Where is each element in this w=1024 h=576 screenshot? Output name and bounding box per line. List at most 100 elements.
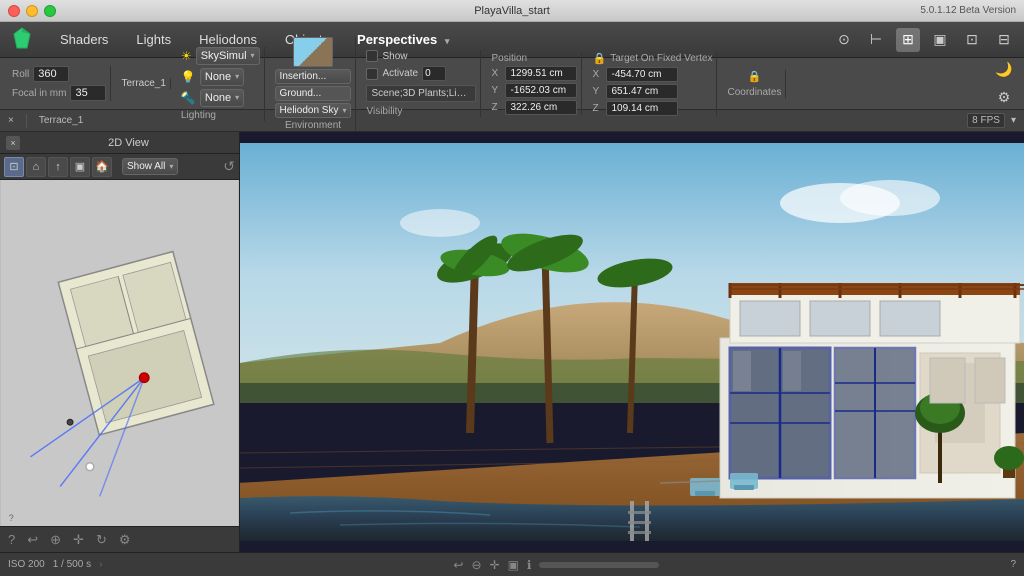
undo-button[interactable]: ↺ xyxy=(223,158,235,175)
maximize-button[interactable] xyxy=(44,5,56,17)
statusbar-center: ↩ ⊖ ✛ ▣ ℹ xyxy=(114,558,998,572)
main-toolbar: Roll Focal in mm Terrace_1 ☀ SkySimul ▾ … xyxy=(0,58,1024,110)
fps-dropdown-arrow[interactable]: ▾ xyxy=(1011,115,1016,126)
nav-zoom-out[interactable]: ⊖ xyxy=(471,558,481,572)
target-y-input[interactable] xyxy=(606,84,678,99)
target-x-input[interactable] xyxy=(606,67,678,82)
coordinates-group: 🔒 Coordinates xyxy=(723,70,786,98)
perspectives-dropdown-arrow: ▾ xyxy=(445,36,450,46)
statusbar-left: ISO 200 1 / 500 s › xyxy=(8,559,102,570)
canvas-2d[interactable]: ? xyxy=(0,180,239,526)
environment-label: Environment xyxy=(285,120,341,131)
panel-2d: × 2D View ⊡ ⌂ ↑ ▣ 🏠 Show All ▾ ↺ xyxy=(0,132,240,552)
pos-y-label: Y xyxy=(491,85,501,96)
settings-footer-button[interactable]: ⚙ xyxy=(119,532,131,548)
target-z-input[interactable] xyxy=(606,101,678,116)
tool-icon-3[interactable]: ⊞ xyxy=(896,28,920,52)
lock-icon: 🔒 xyxy=(592,52,606,65)
close-button[interactable] xyxy=(8,5,20,17)
move-button[interactable]: ✛ xyxy=(73,532,84,548)
activate-input[interactable] xyxy=(422,66,446,81)
zoom-button[interactable]: ⊕ xyxy=(50,532,61,548)
position-header: Position xyxy=(491,53,577,64)
pos-z-label: Z xyxy=(491,102,501,113)
tool-icon-5[interactable]: ⊡ xyxy=(960,28,984,52)
coordinates-label: Coordinates xyxy=(727,87,781,98)
light2-select[interactable]: None ▾ xyxy=(200,89,244,107)
nav-undo[interactable]: ↩ xyxy=(453,558,463,572)
speed-label: 1 / 500 s xyxy=(53,559,91,570)
target-group: 🔒 Target On Fixed Vertex X Y Z xyxy=(588,52,717,116)
tool-icon-1[interactable]: ⊙ xyxy=(832,28,856,52)
visibility-select[interactable]: Scene;3D Plants;Light.▾ xyxy=(366,85,476,102)
pos-x-label: X xyxy=(491,68,501,79)
scene-name-sub[interactable]: Terrace_1 xyxy=(39,115,83,126)
sun-icon: ☀ xyxy=(181,49,192,63)
right-side-tools: 🌙 ⚙ xyxy=(992,58,1016,110)
menu-lights[interactable]: Lights xyxy=(124,28,183,51)
fps-section: 8 FPS ▾ xyxy=(967,113,1016,128)
panel-tool-view[interactable]: ⊡ xyxy=(4,157,24,177)
nav-camera[interactable]: ▣ xyxy=(508,558,519,572)
nav-move[interactable]: ✛ xyxy=(490,558,500,572)
lighting-label: Lighting xyxy=(181,110,260,121)
lock2-icon: 🔒 xyxy=(748,70,762,83)
panel-footer: ? ↩ ⊕ ✛ ↻ ⚙ xyxy=(0,526,239,552)
undo-footer-button[interactable]: ↩ xyxy=(27,532,38,548)
panel-tool-house[interactable]: 🏠 xyxy=(92,157,112,177)
panel-tool-up[interactable]: ↑ xyxy=(48,157,68,177)
3d-scene-svg xyxy=(240,132,1024,552)
target-header: Target On Fixed Vertex xyxy=(610,53,712,64)
camera-settings-group: Roll Focal in mm xyxy=(8,66,111,101)
panel-title: 2D View xyxy=(24,137,233,149)
pos-y-input[interactable] xyxy=(505,83,577,98)
position-group: Position X Y Z xyxy=(487,53,582,115)
help-button[interactable]: ? xyxy=(8,532,15,547)
nav-info[interactable]: ℹ xyxy=(527,558,532,572)
sky-select[interactable]: SkySimul ▾ xyxy=(196,47,260,65)
visibility-group: Show Activate Scene;3D Plants;Light.▾ Vi… xyxy=(362,50,481,117)
version-label: 5.0.1.12 Beta Version xyxy=(920,5,1016,16)
roll-input[interactable] xyxy=(33,66,69,82)
lighting-group: ☀ SkySimul ▾ 💡 None ▾ 🔦 None ▾ xyxy=(177,47,265,121)
minimize-button[interactable] xyxy=(26,5,38,17)
main-area: × 2D View ⊡ ⌂ ↑ ▣ 🏠 Show All ▾ ↺ xyxy=(0,132,1024,552)
menubar-right-tools: ⊙ ⊢ ⊞ ▣ ⊡ ⊟ xyxy=(832,28,1016,52)
panel-header: × 2D View xyxy=(0,132,239,154)
close-panel-btn[interactable]: × xyxy=(8,115,14,126)
night-mode-button[interactable]: 🌙 xyxy=(992,58,1016,82)
arrow-right: › xyxy=(99,559,102,570)
statusbar-right: ? xyxy=(1010,559,1016,570)
tool-icon-6[interactable]: ⊟ xyxy=(992,28,1016,52)
focal-input[interactable] xyxy=(70,85,106,101)
insertion-select[interactable]: Insertion... xyxy=(275,69,352,84)
menu-perspectives[interactable]: Perspectives ▾ xyxy=(345,28,461,51)
panel-tool-home[interactable]: ⌂ xyxy=(26,157,46,177)
roll-label: Roll xyxy=(12,69,29,80)
divider-1 xyxy=(26,114,27,128)
pos-z-input[interactable] xyxy=(505,100,577,115)
viewport-3d[interactable] xyxy=(240,132,1024,552)
focal-label: Focal in mm xyxy=(12,88,66,99)
ground-select[interactable]: Ground... xyxy=(275,86,352,101)
panel-tool-camera[interactable]: ▣ xyxy=(70,157,90,177)
heliodon-sky-select[interactable]: Heliodon Sky ▾ xyxy=(275,103,352,118)
fps-display: 8 FPS xyxy=(967,113,1005,128)
activate-label: Activate xyxy=(382,68,418,79)
menu-shaders[interactable]: Shaders xyxy=(48,28,120,51)
show-checkbox[interactable] xyxy=(366,50,378,62)
show-label: Show xyxy=(382,51,407,62)
traffic-lights xyxy=(8,5,56,17)
panel-close-button[interactable]: × xyxy=(6,136,20,150)
tool-icon-2[interactable]: ⊢ xyxy=(864,28,888,52)
rotate-button[interactable]: ↻ xyxy=(96,532,107,548)
target-z-label: Z xyxy=(592,103,602,114)
pos-x-input[interactable] xyxy=(505,66,577,81)
status-bar: ISO 200 1 / 500 s › ↩ ⊖ ✛ ▣ ℹ ? xyxy=(0,552,1024,576)
settings-button[interactable]: ⚙ xyxy=(992,86,1016,110)
show-all-select[interactable]: Show All ▾ xyxy=(122,158,178,175)
light1-select[interactable]: None ▾ xyxy=(200,68,244,86)
tool-icon-camera[interactable]: ▣ xyxy=(928,28,952,52)
question-button[interactable]: ? xyxy=(1010,559,1016,570)
activate-checkbox[interactable] xyxy=(366,68,378,80)
